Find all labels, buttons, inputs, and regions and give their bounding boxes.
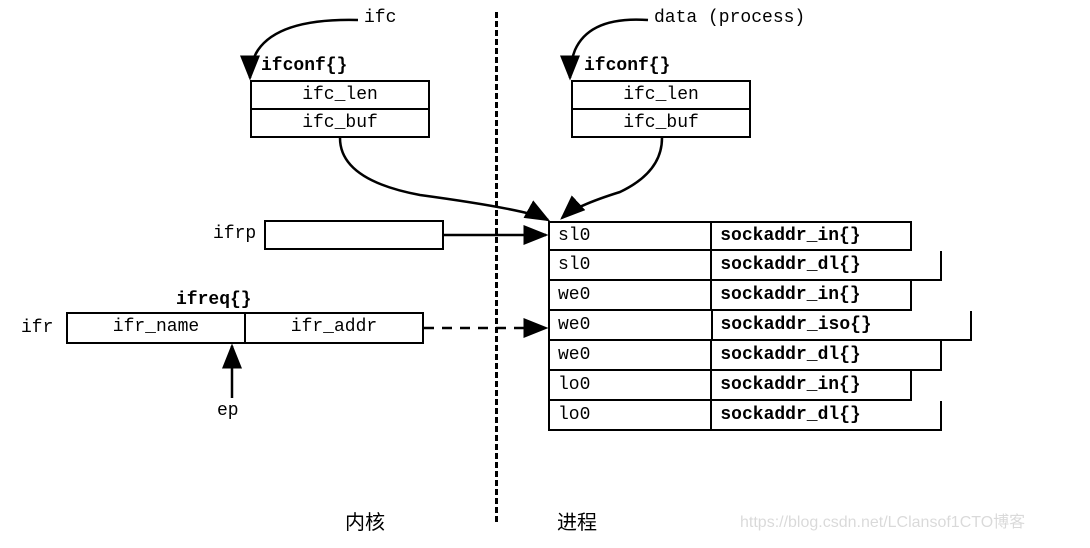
- table-row: sl0sockaddr_in{}: [548, 221, 912, 251]
- table-row: we0sockaddr_iso{}: [548, 311, 972, 341]
- sockaddr-type: sockaddr_dl{}: [712, 341, 940, 369]
- sockaddr-type: sockaddr_in{}: [712, 371, 910, 399]
- ifreq-title: ifreq{}: [176, 290, 252, 310]
- ifr-label: ifr: [21, 318, 53, 338]
- iface-name: lo0: [550, 371, 712, 399]
- iface-name: we0: [550, 341, 712, 369]
- watermark: https://blog.csdn.net/LClansof1CTO博客: [740, 508, 1025, 532]
- ifreq-name: ifr_name: [66, 312, 246, 344]
- sockaddr-table: sl0sockaddr_in{}sl0sockaddr_dl{}we0socka…: [548, 221, 972, 431]
- ifconf-left-title: ifconf{}: [261, 56, 347, 76]
- ifc-label: ifc: [364, 8, 396, 28]
- ifconf-right-field-len: ifc_len: [571, 80, 751, 110]
- sockaddr-type: sockaddr_dl{}: [712, 251, 940, 279]
- iface-name: sl0: [550, 251, 712, 279]
- kernel-label: 内核: [345, 506, 385, 535]
- ifconf-right-title: ifconf{}: [584, 56, 670, 76]
- sockaddr-type: sockaddr_in{}: [712, 281, 910, 309]
- ifconf-left-field-len: ifc_len: [250, 80, 430, 110]
- iface-name: we0: [550, 311, 713, 339]
- iface-name: lo0: [550, 401, 712, 429]
- table-row: we0sockaddr_in{}: [548, 281, 912, 311]
- ep-label: ep: [217, 401, 239, 421]
- ifconf-right-field-buf: ifc_buf: [571, 108, 751, 138]
- ifconf-left-field-buf: ifc_buf: [250, 108, 430, 138]
- ifrp-box: [264, 220, 444, 250]
- table-row: we0sockaddr_dl{}: [548, 341, 942, 371]
- table-row: lo0sockaddr_dl{}: [548, 401, 942, 431]
- table-row: lo0sockaddr_in{}: [548, 371, 912, 401]
- sockaddr-type: sockaddr_iso{}: [713, 311, 971, 339]
- ifreq-addr: ifr_addr: [244, 312, 424, 344]
- divider-line: [495, 12, 498, 522]
- iface-name: we0: [550, 281, 712, 309]
- sockaddr-type: sockaddr_dl{}: [712, 401, 940, 429]
- process-label: 进程: [557, 506, 597, 535]
- ifrp-label: ifrp: [213, 224, 256, 244]
- iface-name: sl0: [550, 223, 712, 249]
- table-row: sl0sockaddr_dl{}: [548, 251, 942, 281]
- data-process-label: data (process): [654, 8, 805, 28]
- sockaddr-type: sockaddr_in{}: [712, 223, 910, 249]
